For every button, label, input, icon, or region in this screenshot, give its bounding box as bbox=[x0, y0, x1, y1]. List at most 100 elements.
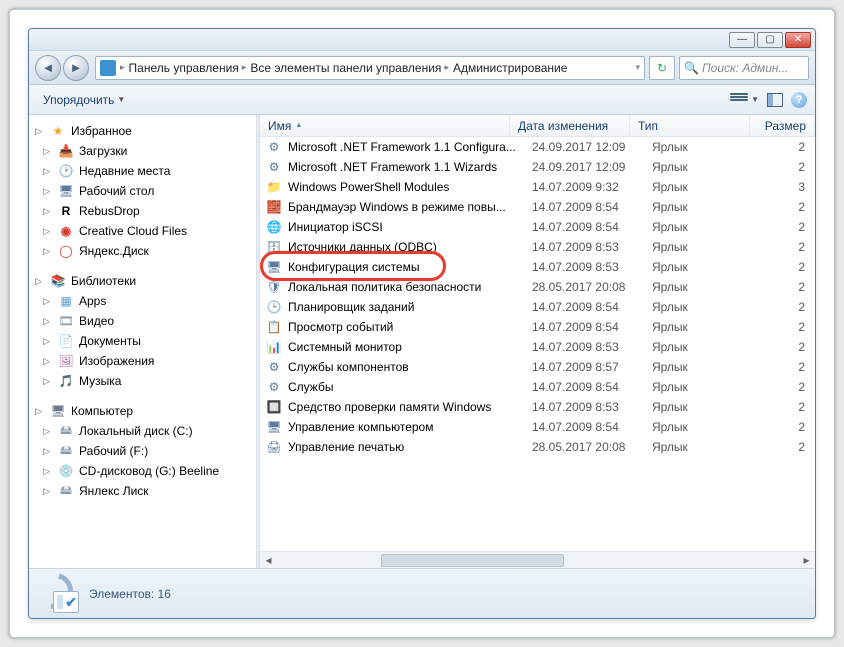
sidebar-item[interactable]: ▷▦Apps bbox=[29, 291, 256, 311]
file-size: 2 bbox=[772, 400, 815, 414]
file-name: Планировщик заданий bbox=[288, 300, 532, 314]
scroll-left-icon[interactable]: ◂ bbox=[260, 552, 277, 569]
file-row[interactable]: 📁Windows PowerShell Modules14.07.2009 9:… bbox=[260, 177, 815, 197]
collapse-icon[interactable]: ▷ bbox=[35, 276, 45, 287]
explorer-window: — ▢ ✕ ◄ ► ▸ Панель управления ▸ Все элем… bbox=[28, 28, 816, 619]
file-type: Ярлык bbox=[652, 200, 772, 214]
expand-icon[interactable]: ▷ bbox=[43, 336, 53, 347]
refresh-button[interactable]: ↻ bbox=[649, 56, 675, 80]
file-icon: 🖨 bbox=[266, 439, 282, 455]
expand-icon[interactable]: ▷ bbox=[43, 226, 53, 237]
breadcrumb-seg[interactable]: Администрирование bbox=[453, 61, 567, 75]
file-row[interactable]: ⚙Службы компонентов14.07.2009 8:57Ярлык2 bbox=[260, 357, 815, 377]
expand-icon[interactable]: ▷ bbox=[43, 316, 53, 327]
view-mode-button[interactable]: ▼ bbox=[730, 93, 759, 107]
tree-header-computer[interactable]: ▷ 🖥 Компьютер bbox=[29, 401, 256, 421]
preview-pane-button[interactable] bbox=[767, 93, 783, 107]
collapse-icon[interactable]: ▷ bbox=[35, 406, 45, 417]
expand-icon[interactable]: ▷ bbox=[43, 146, 53, 157]
sidebar-item[interactable]: ▷◯Яндекс.Диск bbox=[29, 241, 256, 261]
file-type: Ярлык bbox=[652, 260, 772, 274]
file-icon: ⚙ bbox=[266, 359, 282, 375]
expand-icon[interactable]: ▷ bbox=[43, 206, 53, 217]
sidebar-item[interactable]: ▷RRebusDrop bbox=[29, 201, 256, 221]
expand-icon[interactable]: ▷ bbox=[43, 246, 53, 257]
chevron-down-icon: ▼ bbox=[751, 95, 759, 104]
tree-header-favorites[interactable]: ▷ ★ Избранное bbox=[29, 121, 256, 141]
expand-icon[interactable]: ▷ bbox=[43, 376, 53, 387]
expand-icon[interactable]: ▷ bbox=[43, 356, 53, 367]
addr-dropdown-icon[interactable]: ▾ bbox=[635, 62, 640, 73]
sidebar-item[interactable]: ▷🖴Локальный диск (C:) bbox=[29, 421, 256, 441]
file-row[interactable]: 🖨Управление печатью28.05.2017 20:08Ярлык… bbox=[260, 437, 815, 457]
tree-header-libraries[interactable]: ▷ 📚 Библиотеки bbox=[29, 271, 256, 291]
expand-icon[interactable]: ▷ bbox=[43, 186, 53, 197]
expand-icon[interactable]: ▷ bbox=[43, 466, 53, 477]
tree-item-label: Загрузки bbox=[79, 144, 127, 158]
scroll-right-icon[interactable]: ▸ bbox=[798, 552, 815, 569]
file-row[interactable]: ⚙Microsoft .NET Framework 1.1 Configura.… bbox=[260, 137, 815, 157]
scroll-track[interactable] bbox=[277, 552, 798, 569]
sidebar-item[interactable]: ▷🎵Музыка bbox=[29, 371, 256, 391]
file-icon: 🛡 bbox=[266, 279, 282, 295]
breadcrumb-seg[interactable]: Все элементы панели управления ▸ bbox=[250, 61, 449, 75]
file-date: 14.07.2009 8:53 bbox=[532, 340, 652, 354]
file-row[interactable]: ⚙Microsoft .NET Framework 1.1 Wizards24.… bbox=[260, 157, 815, 177]
help-button[interactable]: ? bbox=[791, 92, 807, 108]
expand-icon[interactable]: ▷ bbox=[43, 426, 53, 437]
file-size: 2 bbox=[772, 260, 815, 274]
forward-button[interactable]: ► bbox=[63, 55, 89, 81]
breadcrumb-seg[interactable]: Панель управления ▸ bbox=[129, 61, 247, 75]
expand-icon[interactable]: ▷ bbox=[43, 166, 53, 177]
maximize-button[interactable]: ▢ bbox=[757, 32, 783, 48]
file-pane: Имя▲ Дата изменения Тип Размер ⚙Microsof… bbox=[260, 115, 815, 568]
sidebar-item[interactable]: ▷🖥Рабочий стол bbox=[29, 181, 256, 201]
sidebar-item[interactable]: ▷📄Документы bbox=[29, 331, 256, 351]
col-type[interactable]: Тип bbox=[630, 115, 750, 136]
file-row[interactable]: 🧱Брандмауэр Windows в режиме повы...14.0… bbox=[260, 197, 815, 217]
scroll-thumb[interactable] bbox=[381, 554, 563, 567]
expand-icon[interactable]: ▷ bbox=[43, 446, 53, 457]
address-bar[interactable]: ▸ Панель управления ▸ Все элементы панел… bbox=[95, 56, 645, 80]
sidebar-item[interactable]: ▷🕑Недавние места bbox=[29, 161, 256, 181]
minimize-button[interactable]: — bbox=[729, 32, 755, 48]
file-row[interactable]: 🗄Источники данных (ODBC)14.07.2009 8:53Я… bbox=[260, 237, 815, 257]
tree-item-icon: 📥 bbox=[58, 143, 74, 159]
col-date[interactable]: Дата изменения bbox=[510, 115, 630, 136]
organize-button[interactable]: Упорядочить▼ bbox=[37, 89, 131, 111]
navigation-sidebar[interactable]: ▷ ★ Избранное ▷ 📥 Загрузки ▷🕑Недавние места… bbox=[29, 115, 257, 568]
sidebar-item[interactable]: ▷🖴Рабочий (F:) bbox=[29, 441, 256, 461]
search-input[interactable]: 🔍 Поиск: Админ... bbox=[679, 56, 809, 80]
file-row[interactable]: 🔲Средство проверки памяти Windows14.07.2… bbox=[260, 397, 815, 417]
file-row[interactable]: ⚙Службы14.07.2009 8:54Ярлык2 bbox=[260, 377, 815, 397]
file-type: Ярлык bbox=[652, 380, 772, 394]
file-list[interactable]: ⚙ Microsoft .NET Framework 1.1 Configura.… bbox=[260, 137, 815, 551]
close-button[interactable]: ✕ bbox=[785, 32, 811, 48]
file-row[interactable]: 🕒Планировщик заданий14.07.2009 8:54Ярлык… bbox=[260, 297, 815, 317]
sidebar-item[interactable]: ▷🖼Изображения bbox=[29, 351, 256, 371]
sidebar-item[interactable]: ▷💿CD-дисковод (G:) Beeline bbox=[29, 461, 256, 481]
expand-icon[interactable]: ▷ bbox=[43, 486, 53, 497]
tree-item-label: RebusDrop bbox=[79, 204, 140, 218]
file-row[interactable]: 🖥Управление компьютером14.07.2009 8:54Яр… bbox=[260, 417, 815, 437]
file-row[interactable]: 📋Просмотр событий14.07.2009 8:54Ярлык2 bbox=[260, 317, 815, 337]
file-size: 2 bbox=[772, 340, 815, 354]
file-row[interactable]: 🖥Конфигурация системы14.07.2009 8:53Ярлы… bbox=[260, 257, 815, 277]
file-date: 14.07.2009 8:54 bbox=[532, 320, 652, 334]
sidebar-item[interactable]: ▷ 📥 Загрузки bbox=[29, 141, 256, 161]
sidebar-item[interactable]: ▷🎞Видео bbox=[29, 311, 256, 331]
sidebar-item[interactable]: ▷🖴Янлекс Лиск bbox=[29, 481, 256, 501]
sidebar-item[interactable]: ▷◉Creative Cloud Files bbox=[29, 221, 256, 241]
tree-item-icon: ◯ bbox=[58, 243, 74, 259]
collapse-icon[interactable]: ▷ bbox=[35, 126, 45, 137]
file-row[interactable]: 🛡Локальная политика безопасности28.05.20… bbox=[260, 277, 815, 297]
horizontal-scrollbar[interactable]: ◂ ▸ bbox=[260, 551, 815, 568]
file-row[interactable]: 📊Системный монитор14.07.2009 8:53Ярлык2 bbox=[260, 337, 815, 357]
file-name: Microsoft .NET Framework 1.1 Configura..… bbox=[288, 140, 532, 154]
file-row[interactable]: 🌐Инициатор iSCSI14.07.2009 8:54Ярлык2 bbox=[260, 217, 815, 237]
file-type: Ярлык bbox=[652, 400, 772, 414]
col-name[interactable]: Имя▲ bbox=[260, 115, 510, 136]
expand-icon[interactable]: ▷ bbox=[43, 296, 53, 307]
back-button[interactable]: ◄ bbox=[35, 55, 61, 81]
col-size[interactable]: Размер bbox=[750, 115, 815, 136]
